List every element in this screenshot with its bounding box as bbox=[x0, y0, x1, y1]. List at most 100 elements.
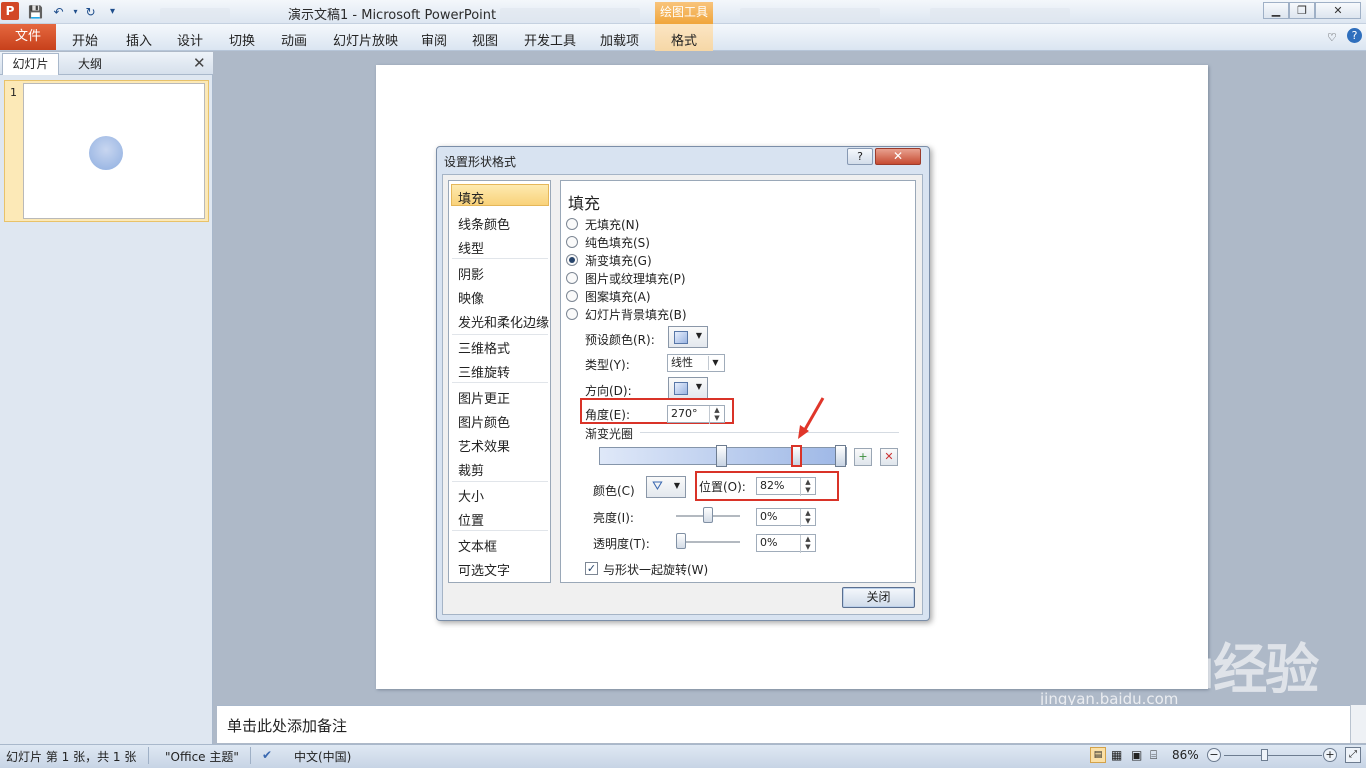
nav-item-line-style[interactable]: 线型 bbox=[458, 238, 484, 257]
position-input[interactable]: 82% ▲ ▼ bbox=[756, 477, 816, 496]
normal-view-icon[interactable]: ▤ bbox=[1090, 747, 1106, 763]
dialog-title: 设置形状格式 bbox=[444, 155, 517, 169]
reading-view-icon[interactable]: ▣ bbox=[1131, 748, 1142, 762]
dropdown-arrow-icon: ▼ bbox=[708, 356, 722, 370]
close-window-button[interactable]: ✕ bbox=[1315, 2, 1361, 19]
gradient-stop-handle[interactable] bbox=[835, 445, 846, 467]
radio-solid-fill[interactable] bbox=[566, 236, 578, 248]
transparency-label: 透明度(T): bbox=[593, 537, 650, 551]
tab-slides[interactable]: 幻灯片 bbox=[2, 53, 59, 75]
red-arrow-pointer bbox=[798, 397, 825, 439]
tab-developer[interactable]: 开发工具 bbox=[524, 30, 576, 49]
gradient-stop-handle[interactable] bbox=[716, 445, 727, 467]
nav-item-picture-corrections[interactable]: 图片更正 bbox=[458, 388, 510, 407]
direction-dropdown[interactable]: ▼ bbox=[668, 377, 708, 399]
close-panel-icon[interactable]: ✕ bbox=[193, 54, 206, 72]
dialog-help-button[interactable]: ? bbox=[847, 148, 873, 165]
dialog-close-button[interactable]: 关闭 bbox=[842, 587, 915, 608]
nav-item-alt-text[interactable]: 可选文字 bbox=[458, 560, 510, 579]
label-no-fill: 无填充(N) bbox=[585, 218, 640, 232]
add-gradient-stop-icon[interactable]: + bbox=[854, 448, 872, 466]
radio-gradient-fill[interactable] bbox=[566, 254, 578, 266]
type-select[interactable]: 线性 ▼ bbox=[667, 354, 725, 372]
nav-item-shadow[interactable]: 阴影 bbox=[458, 264, 484, 283]
direction-swatch-icon bbox=[674, 382, 688, 395]
powerpoint-logo-icon[interactable]: P bbox=[1, 2, 19, 20]
nav-item-crop[interactable]: 裁剪 bbox=[458, 460, 484, 479]
radio-no-fill[interactable] bbox=[566, 218, 578, 230]
tab-outline[interactable]: 大纲 bbox=[78, 55, 102, 72]
notes-scrollbar[interactable] bbox=[1350, 705, 1366, 743]
preset-colors-dropdown[interactable]: ▼ bbox=[668, 326, 708, 348]
tab-format[interactable]: 格式 bbox=[671, 30, 697, 49]
nav-item-line-color[interactable]: 线条颜色 bbox=[458, 214, 510, 233]
redo-icon[interactable]: ↻ bbox=[82, 3, 99, 20]
rotate-with-shape-checkbox[interactable]: ✓ bbox=[585, 562, 598, 575]
position-spinner[interactable]: ▲ ▼ bbox=[800, 478, 815, 496]
tab-view[interactable]: 视图 bbox=[472, 30, 498, 49]
tab-insert[interactable]: 插入 bbox=[126, 30, 152, 49]
ribbon-collapse-icon[interactable]: ♡ bbox=[1327, 31, 1337, 44]
help-icon[interactable]: ? bbox=[1347, 28, 1362, 43]
radio-picture-fill[interactable] bbox=[566, 272, 578, 284]
tab-design[interactable]: 设计 bbox=[177, 30, 203, 49]
label-gradient-fill: 渐变填充(G) bbox=[585, 254, 652, 268]
nav-item-text-box[interactable]: 文本框 bbox=[458, 536, 497, 555]
spellcheck-icon[interactable]: ✔ bbox=[262, 748, 272, 762]
tab-slideshow[interactable]: 幻灯片放映 bbox=[333, 30, 398, 49]
language[interactable]: 中文(中国) bbox=[294, 748, 351, 765]
nav-item-glow[interactable]: 发光和柔化边缘 bbox=[458, 312, 549, 331]
customize-toolbar-icon[interactable]: ▾ bbox=[104, 3, 121, 20]
arrow-shaft bbox=[801, 397, 825, 434]
gradient-stops-label: 渐变光圈 bbox=[585, 427, 634, 441]
nav-item-position[interactable]: 位置 bbox=[458, 510, 484, 529]
remove-gradient-stop-icon[interactable]: ✕ bbox=[880, 448, 898, 466]
file-tab[interactable]: 文件 bbox=[0, 24, 56, 50]
tab-review[interactable]: 审阅 bbox=[421, 30, 447, 49]
tab-transitions[interactable]: 切换 bbox=[229, 30, 255, 49]
nav-item-3d-format[interactable]: 三维格式 bbox=[458, 338, 510, 357]
direction-label: 方向(D): bbox=[585, 384, 632, 398]
radio-pattern-fill[interactable] bbox=[566, 290, 578, 302]
dropdown-arrow-icon: ▼ bbox=[673, 481, 680, 490]
tab-home[interactable]: 开始 bbox=[72, 30, 98, 49]
nav-item-picture-color[interactable]: 图片颜色 bbox=[458, 412, 510, 431]
zoom-slider-thumb[interactable] bbox=[1261, 749, 1268, 761]
transparency-input[interactable]: 0% ▲ ▼ bbox=[756, 534, 816, 553]
save-icon[interactable]: 💾 bbox=[27, 3, 44, 20]
undo-icon[interactable]: ↶ bbox=[50, 3, 67, 20]
nav-item-3d-rotation[interactable]: 三维旋转 bbox=[458, 362, 510, 381]
status-divider bbox=[250, 747, 251, 764]
status-divider bbox=[148, 747, 149, 764]
color-dropdown[interactable]: ⛛ ▼ bbox=[646, 476, 686, 498]
nav-item-artistic-effects[interactable]: 艺术效果 bbox=[458, 436, 510, 455]
theme-name[interactable]: "Office 主题" bbox=[165, 748, 239, 765]
gradient-stop-handle-selected[interactable] bbox=[791, 445, 802, 467]
position-value: 82% bbox=[760, 479, 785, 492]
transparency-thumb[interactable] bbox=[676, 533, 686, 549]
brightness-spinner[interactable]: ▲ ▼ bbox=[800, 509, 815, 527]
preset-colors-label: 预设颜色(R): bbox=[585, 333, 655, 347]
angle-input[interactable]: 270° ▲ ▼ bbox=[667, 405, 725, 424]
nav-item-fill[interactable]: 填充 bbox=[458, 188, 484, 207]
brightness-input[interactable]: 0% ▲ ▼ bbox=[756, 508, 816, 527]
restore-button[interactable]: ❐ bbox=[1289, 2, 1315, 19]
brightness-thumb[interactable] bbox=[703, 507, 713, 523]
radio-background-fill[interactable] bbox=[566, 308, 578, 320]
dialog-close-x-button[interactable]: ✕ bbox=[875, 148, 921, 165]
fit-to-window-icon[interactable]: ⤢ bbox=[1345, 747, 1361, 763]
zoom-in-icon[interactable]: + bbox=[1323, 748, 1337, 762]
zoom-level[interactable]: 86% bbox=[1172, 748, 1199, 762]
zoom-slider-track[interactable] bbox=[1224, 755, 1322, 756]
angle-spinner[interactable]: ▲ ▼ bbox=[709, 406, 724, 424]
minimize-button[interactable]: ▁ bbox=[1263, 2, 1289, 19]
slideshow-view-icon[interactable]: ⌸ bbox=[1150, 748, 1157, 763]
tab-addins[interactable]: 加载项 bbox=[600, 30, 639, 49]
slide-sorter-icon[interactable]: ▦ bbox=[1111, 748, 1122, 762]
notes-pane[interactable]: 单击此处添加备注 bbox=[217, 705, 1350, 743]
nav-item-size[interactable]: 大小 bbox=[458, 486, 484, 505]
transparency-spinner[interactable]: ▲ ▼ bbox=[800, 535, 815, 553]
zoom-out-icon[interactable]: − bbox=[1207, 748, 1221, 762]
nav-item-reflection[interactable]: 映像 bbox=[458, 288, 484, 307]
tab-animations[interactable]: 动画 bbox=[281, 30, 307, 49]
